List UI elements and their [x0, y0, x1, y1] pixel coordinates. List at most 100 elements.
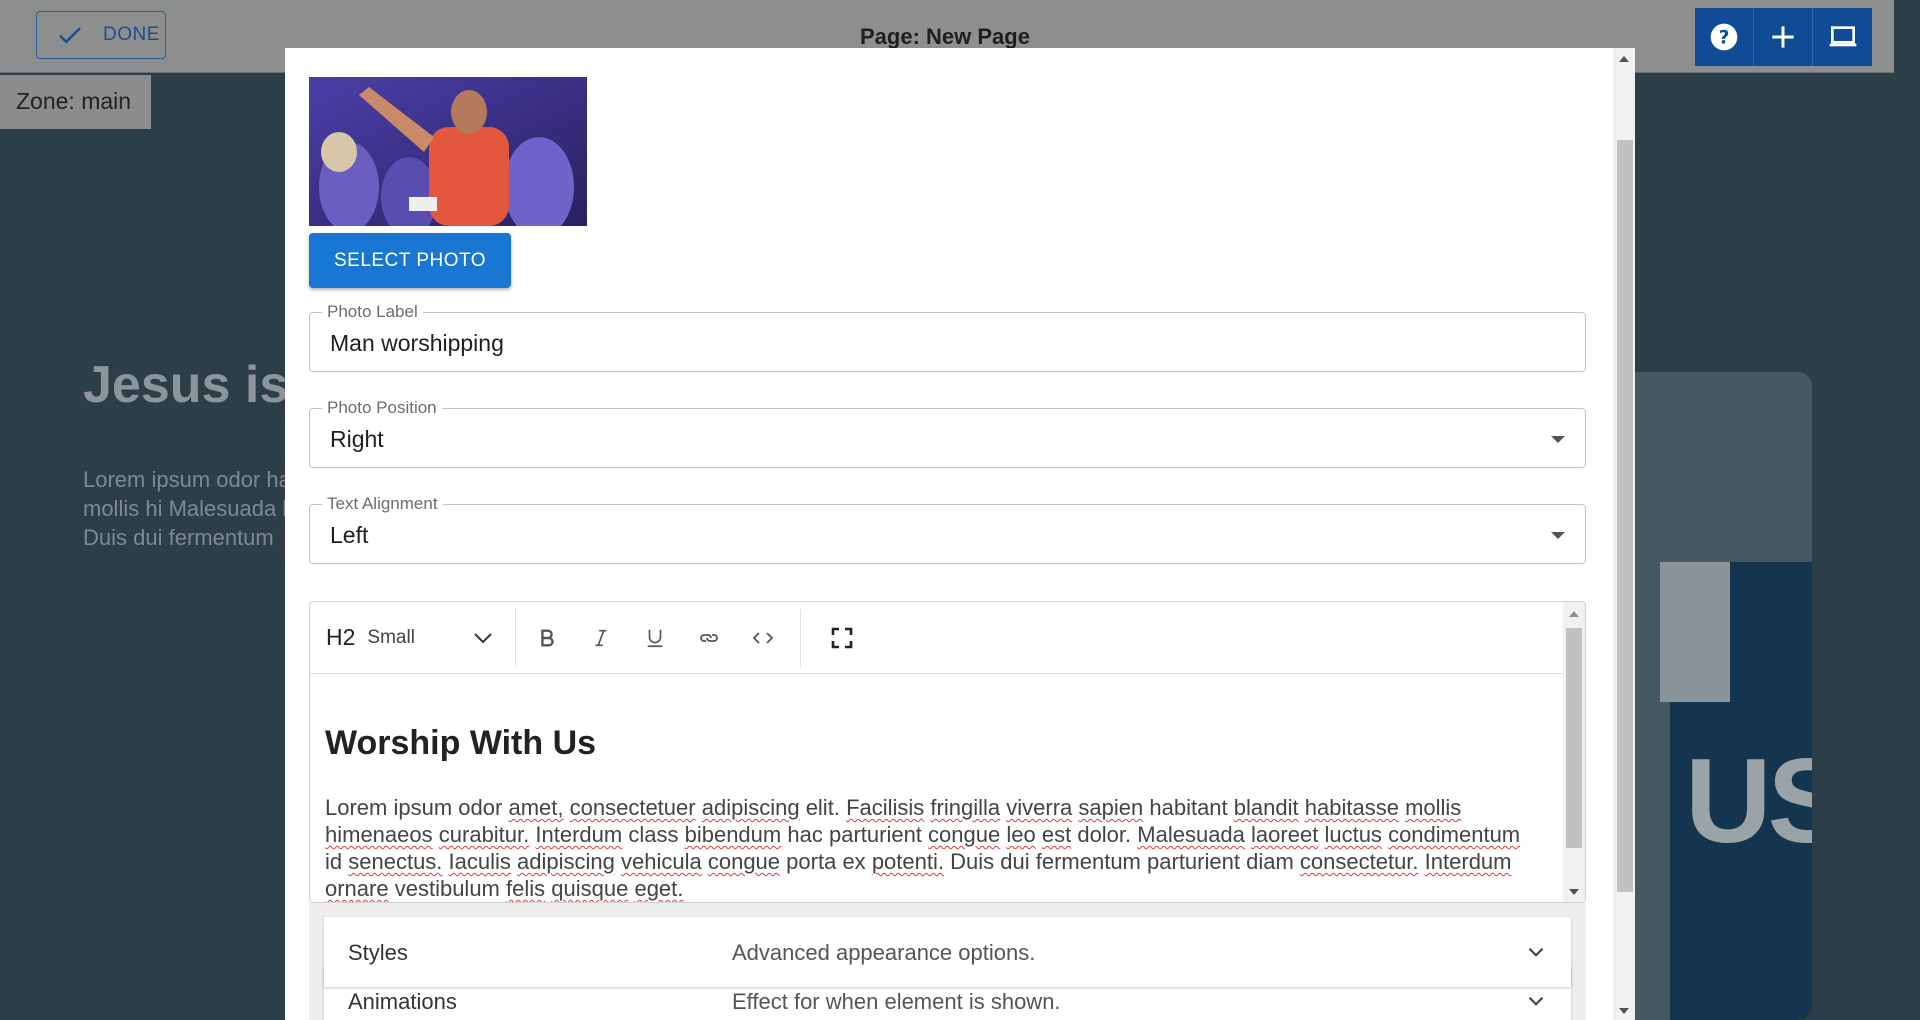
done-button[interactable]: DONE — [36, 11, 166, 59]
misspelled-word: felis — [506, 876, 546, 901]
misspelled-word: Interdum — [535, 822, 623, 847]
options-accordion: Animations Effect for when element is sh… — [309, 903, 1586, 1020]
chevron-down-icon — [474, 632, 493, 643]
sign-hand — [1660, 562, 1730, 702]
editor-content[interactable]: Worship With Us Lorem ipsum odor amet, c… — [325, 674, 1555, 902]
misspelled-word: himenaeos — [325, 822, 433, 847]
misspelled-word: Interdum — [1424, 849, 1512, 874]
worship-photo — [309, 77, 587, 226]
misspelled-word: quisque — [551, 876, 629, 901]
misspelled-word: Facilisis — [846, 795, 925, 820]
underline-button[interactable] — [628, 611, 682, 665]
format-buttons — [516, 608, 802, 667]
toolbar-actions: ? — [1695, 8, 1872, 66]
content-heading[interactable]: Worship With Us — [325, 724, 596, 763]
text-alignment-value[interactable]: Left — [330, 522, 368, 549]
misspelled-word: sapien — [1078, 795, 1144, 820]
sign-text: US — [1685, 734, 1812, 868]
misspelled-word: mollis — [1405, 795, 1462, 820]
edit-element-modal: SELECT PHOTO Photo Label Man worshipping… — [285, 48, 1635, 1020]
misspelled-word: eget. — [634, 876, 684, 901]
checkmark-icon — [59, 27, 81, 44]
zone-label: Zone: main — [0, 75, 151, 129]
help-button[interactable]: ? — [1695, 8, 1754, 66]
photo-label-field[interactable]: Photo Label Man worshipping — [309, 302, 1586, 372]
photo-label-input[interactable]: Man worshipping — [330, 330, 504, 357]
link-icon — [700, 633, 719, 642]
misspelled-word: blandit — [1233, 795, 1299, 820]
add-icon — [1772, 26, 1794, 48]
modal-scrollbar[interactable] — [1613, 48, 1635, 1020]
bold-icon — [541, 628, 555, 647]
editor-scroll-thumb[interactable] — [1566, 628, 1582, 848]
scroll-down-arrow-icon[interactable] — [1569, 889, 1579, 895]
fullscreen-icon — [832, 627, 853, 648]
misspelled-word: vehicula — [621, 849, 702, 874]
background-heading: Jesus is — [83, 356, 289, 414]
scroll-up-arrow-icon[interactable] — [1619, 56, 1629, 62]
misspelled-word: consectetuer — [569, 795, 696, 820]
misspelled-word: Malesuada — [1137, 822, 1245, 847]
rich-text-editor: H2 Small Worship With Us Lorem ipsum odo… — [309, 601, 1586, 903]
accordion-description: Effect for when element is shown. — [732, 989, 1061, 1014]
misspelled-word: luctus — [1324, 822, 1382, 847]
content-paragraph[interactable]: Lorem ipsum odor amet, consectetuer adip… — [325, 794, 1540, 902]
bold-button[interactable] — [520, 611, 574, 665]
link-button[interactable] — [682, 611, 736, 665]
dropdown-arrow-icon[interactable] — [1551, 532, 1565, 539]
photo-label-legend: Photo Label — [322, 302, 423, 322]
italic-icon — [595, 629, 607, 646]
misspelled-word: curabitur. — [438, 822, 530, 847]
photo-position-legend: Photo Position — [322, 398, 442, 418]
misspelled-word: Iaculis — [448, 849, 511, 874]
text-alignment-select[interactable]: Text Alignment Left — [309, 494, 1586, 564]
page-title: Page: New Page — [860, 24, 1030, 49]
code-icon — [753, 631, 774, 644]
block-size-label: Small — [367, 626, 415, 648]
dropdown-arrow-icon[interactable] — [1551, 436, 1565, 443]
misspelled-word: congue — [707, 849, 781, 874]
editor-scrollbar[interactable] — [1563, 602, 1585, 902]
accordion-description: Advanced appearance options. — [732, 940, 1036, 965]
misspelled-word: condimentum — [1388, 822, 1521, 847]
misspelled-word: bibendum — [684, 822, 782, 847]
device-preview-button[interactable] — [1813, 8, 1872, 66]
code-button[interactable] — [736, 611, 790, 665]
scroll-up-arrow-icon[interactable] — [1569, 611, 1579, 617]
selected-photo-preview — [309, 77, 587, 226]
misspelled-word: est — [1041, 822, 1072, 847]
editor-toolbar: H2 Small — [310, 602, 1563, 674]
accordion-title: Styles — [348, 940, 408, 965]
scroll-down-arrow-icon[interactable] — [1619, 1008, 1629, 1014]
misspelled-word: adipiscing — [517, 849, 615, 874]
fullscreen-icon-wrap[interactable] — [815, 611, 869, 665]
text-alignment-legend: Text Alignment — [322, 494, 443, 514]
accordion-title: Animations — [348, 989, 457, 1014]
photo-position-value[interactable]: Right — [330, 426, 384, 453]
accordion-item-styles[interactable]: Styles Advanced appearance options. — [324, 917, 1571, 987]
misspelled-word: leo — [1006, 822, 1036, 847]
svg-text:?: ? — [1719, 28, 1730, 49]
misspelled-word: consectetur. — [1299, 849, 1419, 874]
misspelled-word: senectus. — [348, 849, 443, 874]
select-photo-button[interactable]: SELECT PHOTO — [309, 233, 511, 288]
laptop-icon — [1829, 26, 1856, 47]
fullscreen-button[interactable] — [801, 611, 869, 665]
block-type-dropdown[interactable]: H2 Small — [310, 608, 517, 667]
misspelled-word: potenti. — [871, 849, 944, 874]
misspelled-word: habitasse — [1304, 795, 1399, 820]
help-icon: ? — [1710, 23, 1738, 51]
misspelled-word: laoreet — [1251, 822, 1319, 847]
italic-button[interactable] — [574, 611, 628, 665]
done-label: DONE — [103, 24, 160, 45]
misspelled-word: congue — [928, 822, 1001, 847]
misspelled-word: adipiscing — [701, 795, 800, 820]
chevron-down-icon[interactable] — [1523, 939, 1549, 965]
misspelled-word: viverra — [1006, 795, 1073, 820]
add-button[interactable] — [1754, 8, 1813, 66]
chevron-down-icon[interactable] — [1523, 988, 1549, 1014]
photo-position-select[interactable]: Photo Position Right — [309, 398, 1586, 468]
modal-scroll-thumb[interactable] — [1617, 140, 1633, 892]
misspelled-word: amet, — [508, 795, 564, 820]
underline-icon — [648, 629, 663, 647]
